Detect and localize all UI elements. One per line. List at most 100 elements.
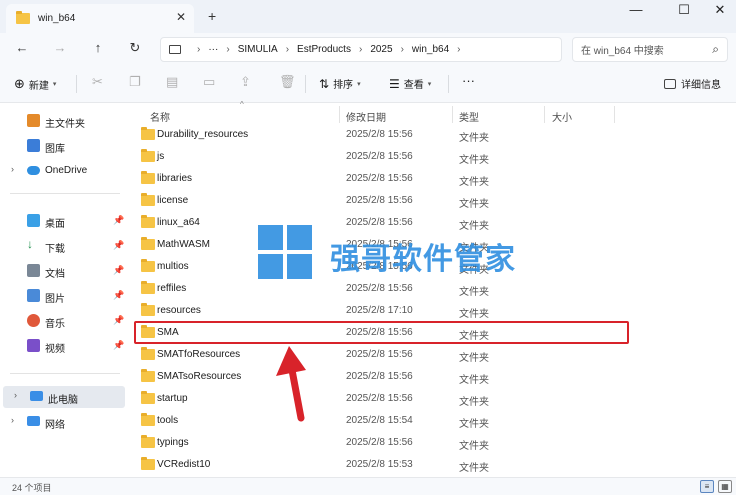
- sidebar-item-pictures[interactable]: 图片 📌: [0, 285, 128, 307]
- list-item[interactable]: SMATsoResources 2025/2/8 15:56 文件夹: [128, 366, 736, 388]
- details-view-icon[interactable]: ≡: [700, 480, 714, 493]
- maximize-button[interactable]: ☐: [664, 2, 704, 18]
- sidebar-item-documents[interactable]: 文档 📌: [0, 260, 128, 282]
- minimize-button[interactable]: —: [616, 2, 656, 17]
- address-bar[interactable]: › ··· › SIMULIA › EstProducts › 2025 › w…: [160, 37, 562, 62]
- new-tab-button[interactable]: +: [208, 8, 216, 24]
- file-name: startup: [157, 393, 188, 404]
- breadcrumb-separator-icon: ›: [226, 44, 230, 55]
- list-item[interactable]: linux_a64 2025/2/8 15:56 文件夹: [128, 212, 736, 234]
- desktop-icon: [27, 214, 40, 227]
- list-item[interactable]: SMATfoResources 2025/2/8 15:56 文件夹: [128, 344, 736, 366]
- breadcrumb-win-b64[interactable]: win_b64: [412, 44, 449, 55]
- status-bar: 24 个项目 ≡ ▦: [0, 477, 736, 495]
- list-item[interactable]: tools 2025/2/8 15:54 文件夹: [128, 410, 736, 432]
- copy-icon[interactable]: ❐: [129, 74, 141, 90]
- details-pane-icon: [664, 78, 676, 89]
- column-header-type[interactable]: 类型: [459, 109, 479, 124]
- search-icon: ⌕: [712, 42, 719, 56]
- home-icon: [27, 114, 40, 127]
- paste-icon[interactable]: ▤: [166, 74, 178, 90]
- folder-icon: [141, 193, 155, 206]
- list-item[interactable]: Durability_resources 2025/2/8 15:56 文件夹: [128, 124, 736, 146]
- sidebar-item-thispc[interactable]: › 此电脑: [3, 386, 125, 408]
- up-button[interactable]: ↑: [88, 40, 108, 55]
- more-options-button[interactable]: ···: [462, 73, 475, 88]
- list-item[interactable]: reffiles 2025/2/8 15:56 文件夹: [128, 278, 736, 300]
- chevron-down-icon: ▾: [52, 81, 57, 88]
- file-type: 文件夹: [459, 221, 489, 232]
- breadcrumb-simulia[interactable]: SIMULIA: [238, 44, 278, 55]
- file-date: 2025/2/8 15:56: [346, 393, 413, 404]
- tab-win-b64[interactable]: win_b64 ✕: [6, 4, 194, 33]
- list-item[interactable]: resources 2025/2/8 17:10 文件夹: [128, 300, 736, 322]
- refresh-button[interactable]: ↻: [125, 40, 145, 56]
- file-name: Durability_resources: [157, 129, 249, 140]
- column-divider[interactable]: [614, 106, 615, 123]
- column-header-date[interactable]: 修改日期: [346, 109, 386, 124]
- pin-icon: 📌: [113, 315, 125, 325]
- folder-icon: [16, 11, 30, 24]
- column-divider[interactable]: [544, 106, 545, 123]
- list-item[interactable]: js 2025/2/8 15:56 文件夹: [128, 146, 736, 168]
- forward-button[interactable]: →: [50, 40, 70, 55]
- file-date: 2025/2/8 15:56: [346, 151, 413, 162]
- sidebar-item-gallery[interactable]: 图库: [0, 135, 128, 157]
- sidebar-item-desktop[interactable]: 桌面 📌: [0, 210, 128, 232]
- view-button[interactable]: ☰ 查看 ▾: [389, 76, 432, 92]
- file-date: 2025/2/8 15:56: [346, 173, 413, 184]
- sidebar-item-music[interactable]: 音乐 📌: [0, 310, 128, 332]
- list-item[interactable]: license 2025/2/8 15:56 文件夹: [128, 190, 736, 212]
- folder-icon: [141, 303, 155, 316]
- list-item[interactable]: VCRedist10 2025/2/8 15:53 文件夹: [128, 454, 736, 476]
- close-tab-icon[interactable]: ✕: [176, 10, 186, 24]
- close-window-button[interactable]: ✕: [700, 2, 736, 18]
- file-name: tools: [157, 415, 179, 426]
- share-icon[interactable]: ⇪: [240, 74, 251, 90]
- delete-icon[interactable]: 🗑: [279, 74, 296, 90]
- chevron-right-icon[interactable]: ›: [14, 390, 17, 400]
- sidebar-item-onedrive[interactable]: › OneDrive: [0, 160, 128, 182]
- search-input[interactable]: 在 win_b64 中搜索 ⌕: [572, 37, 728, 62]
- file-type: 文件夹: [459, 419, 489, 430]
- document-icon: [27, 264, 40, 277]
- folder-icon: [141, 127, 155, 140]
- column-header-name[interactable]: 名称: [150, 109, 170, 124]
- sidebar-item-home[interactable]: 主文件夹: [0, 110, 128, 132]
- file-name: linux_a64: [157, 217, 200, 228]
- tiles-view-icon[interactable]: ▦: [718, 480, 732, 493]
- chevron-down-icon: ▾: [427, 80, 432, 88]
- sidebar-item-network[interactable]: › 网络: [0, 411, 128, 433]
- sidebar-item-label: 图库: [45, 144, 65, 155]
- chevron-right-icon[interactable]: ›: [11, 415, 14, 425]
- breadcrumb-estproducts[interactable]: EstProducts: [297, 44, 351, 55]
- back-button[interactable]: ←: [12, 40, 32, 55]
- new-button[interactable]: ⊕ 新建 ▾: [14, 76, 56, 92]
- breadcrumb-more[interactable]: ···: [208, 44, 218, 55]
- rename-icon[interactable]: ▭: [203, 74, 215, 90]
- column-divider[interactable]: [452, 106, 453, 123]
- sidebar-item-videos[interactable]: 视频 📌: [0, 335, 128, 357]
- details-pane-button[interactable]: 详细信息: [664, 76, 721, 91]
- chevron-right-icon[interactable]: ›: [11, 164, 14, 174]
- sort-button[interactable]: ⇅ 排序 ▾: [319, 76, 361, 92]
- list-item[interactable]: libraries 2025/2/8 15:56 文件夹: [128, 168, 736, 190]
- list-item[interactable]: typings 2025/2/8 15:56 文件夹: [128, 432, 736, 454]
- column-header-size[interactable]: 大小: [552, 109, 572, 124]
- file-name: SMATfoResources: [157, 349, 241, 360]
- breadcrumb-2025[interactable]: 2025: [370, 44, 392, 55]
- gallery-icon: [27, 139, 40, 152]
- sidebar-item-downloads[interactable]: ↓ 下载 📌: [0, 235, 128, 257]
- toolbar-divider: [76, 75, 77, 93]
- column-divider[interactable]: [339, 106, 340, 123]
- list-item[interactable]: startup 2025/2/8 15:56 文件夹: [128, 388, 736, 410]
- file-type: 文件夹: [459, 199, 489, 210]
- folder-icon: [141, 391, 155, 404]
- file-name: resources: [157, 305, 201, 316]
- file-date: 2025/2/8 15:56: [346, 437, 413, 448]
- sort-label: 排序: [333, 80, 354, 91]
- cut-icon[interactable]: ✂: [92, 74, 103, 90]
- file-type: 文件夹: [459, 375, 489, 386]
- view-label: 查看: [403, 80, 424, 91]
- sidebar-item-label: 下载: [45, 244, 65, 255]
